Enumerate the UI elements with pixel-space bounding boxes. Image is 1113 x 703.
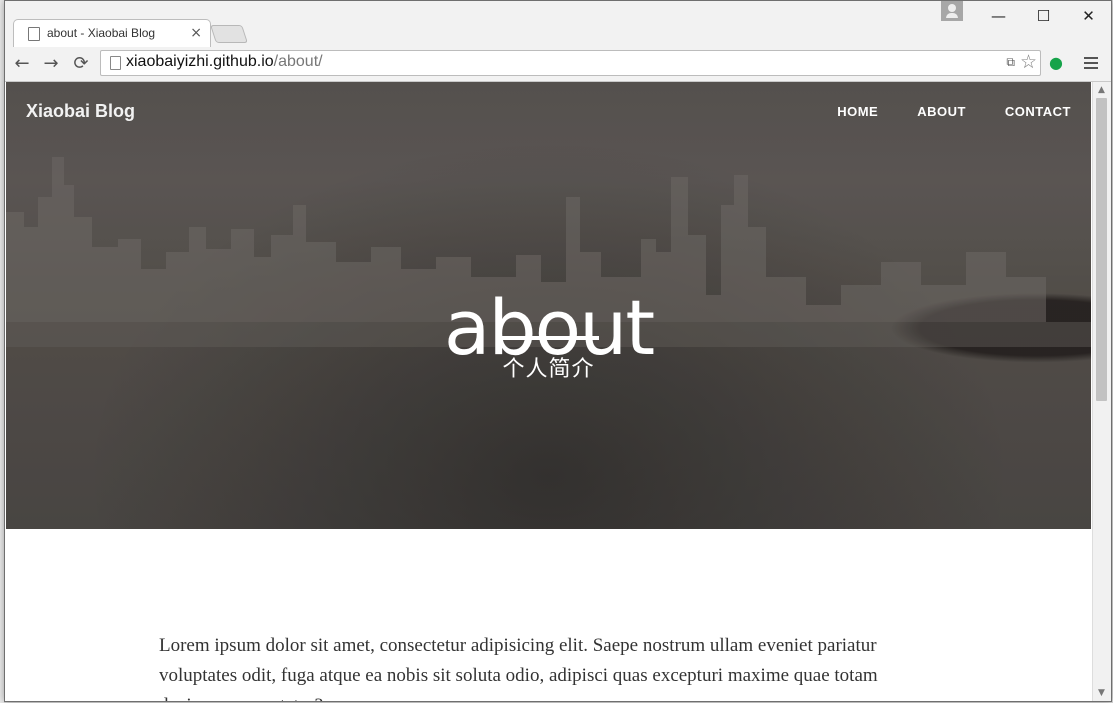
- browser-tab[interactable]: about - Xiaobai Blog ×: [13, 19, 211, 48]
- url-path: /about/: [273, 53, 323, 70]
- site-brand-link[interactable]: Xiaobai Blog: [26, 101, 135, 122]
- scroll-up-icon[interactable]: ▲: [1098, 85, 1105, 95]
- page-icon: [110, 56, 121, 70]
- url-host: xiaobaiyizhi.github.io: [126, 53, 274, 70]
- tab-title: about - Xiaobai Blog: [47, 26, 156, 40]
- nav-link-home[interactable]: HOME: [837, 104, 878, 119]
- menu-icon[interactable]: [1084, 54, 1098, 70]
- forward-button[interactable]: →: [40, 52, 62, 74]
- profile-icon[interactable]: [941, 1, 963, 21]
- vertical-scrollbar[interactable]: ▲ ▼: [1092, 82, 1111, 701]
- back-button[interactable]: ←: [11, 52, 33, 74]
- scrollbar-thumb[interactable]: [1096, 98, 1107, 401]
- maximize-button[interactable]: ☐: [1021, 1, 1066, 31]
- tab-close-icon[interactable]: ×: [190, 25, 202, 41]
- browser-window: about - Xiaobai Blog × — ☐ ✕ ← → ⟳ xiaob…: [4, 0, 1112, 702]
- web-page: Xiaobai Blog HOME ABOUT CONTACT about 个人…: [6, 82, 1091, 701]
- browser-toolbar: ← → ⟳ xiaobaiyizhi.github.io/about/ ⧉ ☆ …: [5, 47, 1111, 82]
- reload-button[interactable]: ⟳: [70, 52, 92, 74]
- new-tab-button[interactable]: [210, 25, 248, 43]
- page-subtitle: 个人简介: [502, 357, 595, 382]
- window-controls: — ☐ ✕: [976, 1, 1111, 31]
- scroll-down-icon[interactable]: ▼: [1098, 688, 1105, 698]
- about-body-text: Lorem ipsum dolor sit amet, consectetur …: [159, 635, 878, 701]
- nav-link-contact[interactable]: CONTACT: [1005, 104, 1071, 119]
- hero-header: Xiaobai Blog HOME ABOUT CONTACT about 个人…: [6, 82, 1091, 529]
- wechat-extension-icon[interactable]: ●: [1049, 55, 1067, 71]
- bookmark-star-icon[interactable]: ☆: [1020, 51, 1037, 73]
- title-divider: [499, 336, 599, 340]
- main-nav: HOME ABOUT CONTACT: [837, 104, 1071, 119]
- close-button[interactable]: ✕: [1066, 1, 1111, 31]
- browser-titlebar: about - Xiaobai Blog × — ☐ ✕: [5, 1, 1111, 48]
- url-text[interactable]: xiaobaiyizhi.github.io/about/: [126, 53, 323, 71]
- translate-icon[interactable]: ⧉: [1006, 55, 1015, 70]
- address-bar[interactable]: xiaobaiyizhi.github.io/about/ ⧉ ☆: [100, 50, 1041, 76]
- minimize-button[interactable]: —: [976, 1, 1021, 31]
- page-icon: [28, 27, 40, 41]
- nav-link-about[interactable]: ABOUT: [917, 104, 966, 119]
